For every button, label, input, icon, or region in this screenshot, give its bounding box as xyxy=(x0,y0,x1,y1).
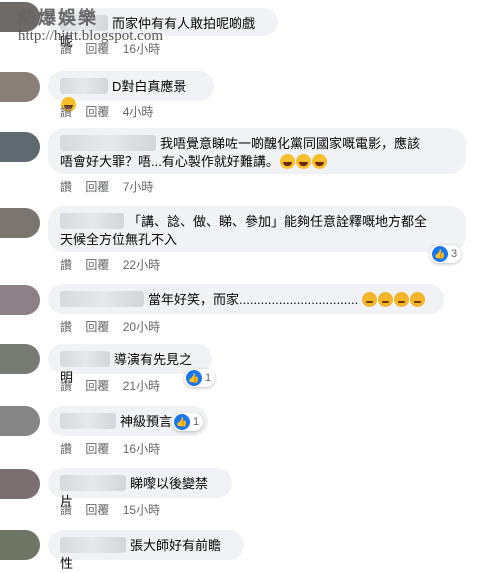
commenter-name[interactable] xyxy=(60,351,110,367)
commenter-name[interactable] xyxy=(60,291,144,307)
commenter-name[interactable] xyxy=(60,78,108,94)
like-link[interactable]: 讚 xyxy=(60,320,72,334)
sad-emoji-icon xyxy=(362,292,378,307)
comment-text-line1: 「講、諗、做、睇、參加」能夠任意詮釋嘅地方都全 xyxy=(128,214,428,229)
timestamp[interactable]: 20小時 xyxy=(123,320,160,334)
reaction-number: 1 xyxy=(193,416,200,428)
comment-actions: 讚 回覆 22小時 xyxy=(60,256,170,273)
reaction-number: 1 xyxy=(205,372,212,384)
avatar[interactable] xyxy=(0,285,40,315)
commenter-name[interactable] xyxy=(60,135,156,151)
comment-actions: 讚 回覆 7小時 xyxy=(60,178,163,195)
comment-bubble: 睇嚟以後變禁片 xyxy=(48,468,232,509)
comment-actions: 讚 回覆 4小時 xyxy=(60,103,163,120)
avatar[interactable] xyxy=(0,469,40,499)
comment-bubble: 我唔覺意睇咗一啲醜化黨同國家嘅電影，應該 唔會好大罪？唔...有心製作就好難講。 xyxy=(48,128,466,174)
comment-actions: 讚 回覆 16小時 xyxy=(60,40,170,57)
comment-text: D對白真應景 xyxy=(112,79,187,94)
comment-text: 神級預言 xyxy=(120,414,173,429)
timestamp[interactable]: 7小時 xyxy=(123,180,154,194)
timestamp[interactable]: 15小時 xyxy=(123,503,160,517)
commenter-name[interactable] xyxy=(60,15,108,31)
commenter-name[interactable] xyxy=(60,213,124,229)
laughing-emoji-icon xyxy=(295,154,311,169)
like-icon: 👍 xyxy=(174,414,190,430)
timestamp[interactable]: 22小時 xyxy=(123,258,160,272)
reply-link[interactable]: 回覆 xyxy=(85,442,109,456)
comment-bubble: 當年好笑，而家................................. xyxy=(48,284,444,314)
timestamp[interactable]: 4小時 xyxy=(123,105,154,119)
laughing-emoji-icon xyxy=(311,154,327,169)
like-link[interactable]: 讚 xyxy=(60,379,72,393)
avatar[interactable] xyxy=(0,344,40,374)
comment-actions: 讚 回覆 20小時 xyxy=(60,318,170,335)
reply-link[interactable]: 回覆 xyxy=(85,503,109,517)
avatar[interactable] xyxy=(0,208,40,238)
comment-bubble: D對白真應景 xyxy=(48,71,214,112)
reply-link[interactable]: 回覆 xyxy=(85,105,109,119)
reply-link[interactable]: 回覆 xyxy=(85,258,109,272)
laughing-emoji-icon xyxy=(279,154,295,169)
avatar[interactable] xyxy=(0,132,40,162)
timestamp[interactable]: 16小時 xyxy=(123,42,160,56)
commenter-name[interactable] xyxy=(60,475,126,491)
reply-link[interactable]: 回覆 xyxy=(85,320,109,334)
avatar[interactable] xyxy=(0,2,40,32)
commenter-name[interactable] xyxy=(60,537,126,553)
like-link[interactable]: 讚 xyxy=(60,442,72,456)
like-link[interactable]: 讚 xyxy=(60,258,72,272)
like-link[interactable]: 讚 xyxy=(60,105,72,119)
timestamp[interactable]: 16小時 xyxy=(123,442,160,456)
sad-emoji-icon xyxy=(410,292,426,307)
reply-link[interactable]: 回覆 xyxy=(85,379,109,393)
comment-actions: 讚 回覆 21小時 xyxy=(60,377,170,394)
commenter-name[interactable] xyxy=(60,413,116,429)
comment-text-line2: 天候全方位無孔不入 xyxy=(60,232,178,247)
avatar[interactable] xyxy=(0,406,40,436)
sad-emoji-icon xyxy=(394,292,410,307)
like-link[interactable]: 讚 xyxy=(60,180,72,194)
reply-link[interactable]: 回覆 xyxy=(85,42,109,56)
comment-bubble: 而家仲有有人敢拍呢啲戲呢 xyxy=(48,8,278,49)
timestamp[interactable]: 21小時 xyxy=(123,379,160,393)
comment-text-line2: 唔會好大罪？唔...有心製作就好難講。 xyxy=(60,154,279,169)
like-link[interactable]: 讚 xyxy=(60,503,72,517)
avatar[interactable] xyxy=(0,72,40,102)
comment-text-line1: 我唔覺意睇咗一啲醜化黨同國家嘅電影，應該 xyxy=(160,136,421,151)
reaction-count[interactable]: 👍 3 xyxy=(430,245,462,263)
comment-actions: 讚 回覆 15小時 xyxy=(60,501,170,518)
comment-bubble: 張大師好有前瞻性 xyxy=(48,530,244,571)
comment-text: 當年好笑，而家................................. xyxy=(148,292,359,307)
reaction-number: 3 xyxy=(451,248,458,260)
like-link[interactable]: 讚 xyxy=(60,42,72,56)
comment-actions: 讚 回覆 16小時 xyxy=(60,440,170,457)
reaction-count[interactable]: 👍 1 xyxy=(172,413,204,431)
like-icon: 👍 xyxy=(186,370,202,386)
reaction-count[interactable]: 👍 1 xyxy=(184,369,216,387)
avatar[interactable] xyxy=(0,530,40,560)
like-icon: 👍 xyxy=(432,246,448,262)
reply-link[interactable]: 回覆 xyxy=(85,180,109,194)
comment-bubble: 「講、諗、做、睇、參加」能夠任意詮釋嘅地方都全 天候全方位無孔不入 xyxy=(48,206,466,252)
sad-emoji-icon xyxy=(378,292,394,307)
